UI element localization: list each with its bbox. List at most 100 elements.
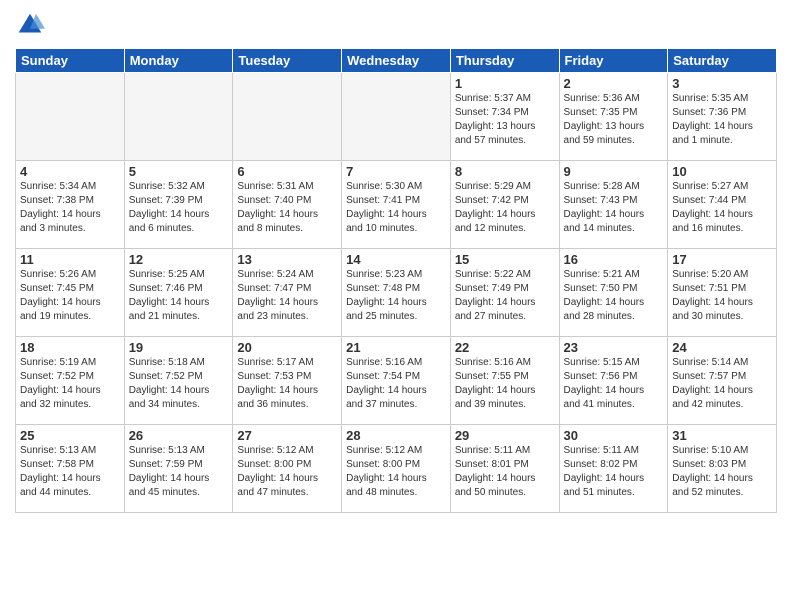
calendar-cell: 3Sunrise: 5:35 AM Sunset: 7:36 PM Daylig… xyxy=(668,73,777,161)
day-number: 22 xyxy=(455,340,555,355)
weekday-header: Monday xyxy=(124,49,233,73)
day-number: 14 xyxy=(346,252,446,267)
day-info: Sunrise: 5:13 AM Sunset: 7:59 PM Dayligh… xyxy=(129,444,229,500)
calendar-week: 1Sunrise: 5:37 AM Sunset: 7:34 PM Daylig… xyxy=(16,73,777,161)
day-info: Sunrise: 5:26 AM Sunset: 7:45 PM Dayligh… xyxy=(20,268,120,324)
day-number: 9 xyxy=(564,164,664,179)
day-number: 1 xyxy=(455,76,555,91)
day-info: Sunrise: 5:37 AM Sunset: 7:34 PM Dayligh… xyxy=(455,92,555,148)
day-info: Sunrise: 5:14 AM Sunset: 7:57 PM Dayligh… xyxy=(672,356,772,412)
calendar-cell: 10Sunrise: 5:27 AM Sunset: 7:44 PM Dayli… xyxy=(668,161,777,249)
day-number: 13 xyxy=(237,252,337,267)
day-number: 18 xyxy=(20,340,120,355)
day-number: 30 xyxy=(564,428,664,443)
weekday-header: Friday xyxy=(559,49,668,73)
weekday-header: Saturday xyxy=(668,49,777,73)
day-info: Sunrise: 5:21 AM Sunset: 7:50 PM Dayligh… xyxy=(564,268,664,324)
day-number: 11 xyxy=(20,252,120,267)
day-number: 6 xyxy=(237,164,337,179)
calendar-cell: 24Sunrise: 5:14 AM Sunset: 7:57 PM Dayli… xyxy=(668,337,777,425)
day-info: Sunrise: 5:27 AM Sunset: 7:44 PM Dayligh… xyxy=(672,180,772,236)
day-info: Sunrise: 5:13 AM Sunset: 7:58 PM Dayligh… xyxy=(20,444,120,500)
calendar-week: 11Sunrise: 5:26 AM Sunset: 7:45 PM Dayli… xyxy=(16,249,777,337)
weekday-row: SundayMondayTuesdayWednesdayThursdayFrid… xyxy=(16,49,777,73)
day-number: 4 xyxy=(20,164,120,179)
day-info: Sunrise: 5:12 AM Sunset: 8:00 PM Dayligh… xyxy=(346,444,446,500)
calendar-week: 18Sunrise: 5:19 AM Sunset: 7:52 PM Dayli… xyxy=(16,337,777,425)
day-number: 28 xyxy=(346,428,446,443)
day-info: Sunrise: 5:32 AM Sunset: 7:39 PM Dayligh… xyxy=(129,180,229,236)
calendar-cell xyxy=(16,73,125,161)
day-number: 23 xyxy=(564,340,664,355)
day-info: Sunrise: 5:18 AM Sunset: 7:52 PM Dayligh… xyxy=(129,356,229,412)
calendar-cell: 26Sunrise: 5:13 AM Sunset: 7:59 PM Dayli… xyxy=(124,425,233,513)
day-info: Sunrise: 5:24 AM Sunset: 7:47 PM Dayligh… xyxy=(237,268,337,324)
calendar-cell xyxy=(233,73,342,161)
day-number: 7 xyxy=(346,164,446,179)
day-number: 12 xyxy=(129,252,229,267)
calendar-cell: 6Sunrise: 5:31 AM Sunset: 7:40 PM Daylig… xyxy=(233,161,342,249)
day-info: Sunrise: 5:35 AM Sunset: 7:36 PM Dayligh… xyxy=(672,92,772,148)
calendar-cell: 4Sunrise: 5:34 AM Sunset: 7:38 PM Daylig… xyxy=(16,161,125,249)
logo xyxy=(15,10,49,40)
page: SundayMondayTuesdayWednesdayThursdayFrid… xyxy=(0,0,792,612)
calendar-cell xyxy=(124,73,233,161)
day-number: 20 xyxy=(237,340,337,355)
calendar: SundayMondayTuesdayWednesdayThursdayFrid… xyxy=(15,48,777,513)
day-info: Sunrise: 5:23 AM Sunset: 7:48 PM Dayligh… xyxy=(346,268,446,324)
day-number: 5 xyxy=(129,164,229,179)
calendar-body: 1Sunrise: 5:37 AM Sunset: 7:34 PM Daylig… xyxy=(16,73,777,513)
calendar-cell: 14Sunrise: 5:23 AM Sunset: 7:48 PM Dayli… xyxy=(342,249,451,337)
calendar-cell: 25Sunrise: 5:13 AM Sunset: 7:58 PM Dayli… xyxy=(16,425,125,513)
calendar-cell: 19Sunrise: 5:18 AM Sunset: 7:52 PM Dayli… xyxy=(124,337,233,425)
calendar-cell: 22Sunrise: 5:16 AM Sunset: 7:55 PM Dayli… xyxy=(450,337,559,425)
calendar-cell: 16Sunrise: 5:21 AM Sunset: 7:50 PM Dayli… xyxy=(559,249,668,337)
day-info: Sunrise: 5:25 AM Sunset: 7:46 PM Dayligh… xyxy=(129,268,229,324)
day-info: Sunrise: 5:36 AM Sunset: 7:35 PM Dayligh… xyxy=(564,92,664,148)
calendar-cell: 1Sunrise: 5:37 AM Sunset: 7:34 PM Daylig… xyxy=(450,73,559,161)
day-info: Sunrise: 5:29 AM Sunset: 7:42 PM Dayligh… xyxy=(455,180,555,236)
day-number: 25 xyxy=(20,428,120,443)
day-number: 2 xyxy=(564,76,664,91)
calendar-cell: 5Sunrise: 5:32 AM Sunset: 7:39 PM Daylig… xyxy=(124,161,233,249)
day-number: 17 xyxy=(672,252,772,267)
calendar-cell: 28Sunrise: 5:12 AM Sunset: 8:00 PM Dayli… xyxy=(342,425,451,513)
calendar-cell: 13Sunrise: 5:24 AM Sunset: 7:47 PM Dayli… xyxy=(233,249,342,337)
calendar-cell: 9Sunrise: 5:28 AM Sunset: 7:43 PM Daylig… xyxy=(559,161,668,249)
day-number: 16 xyxy=(564,252,664,267)
weekday-header: Tuesday xyxy=(233,49,342,73)
calendar-cell: 31Sunrise: 5:10 AM Sunset: 8:03 PM Dayli… xyxy=(668,425,777,513)
day-info: Sunrise: 5:16 AM Sunset: 7:55 PM Dayligh… xyxy=(455,356,555,412)
calendar-cell: 30Sunrise: 5:11 AM Sunset: 8:02 PM Dayli… xyxy=(559,425,668,513)
day-number: 31 xyxy=(672,428,772,443)
calendar-cell: 15Sunrise: 5:22 AM Sunset: 7:49 PM Dayli… xyxy=(450,249,559,337)
day-number: 15 xyxy=(455,252,555,267)
weekday-header: Sunday xyxy=(16,49,125,73)
header xyxy=(15,10,777,40)
calendar-cell: 27Sunrise: 5:12 AM Sunset: 8:00 PM Dayli… xyxy=(233,425,342,513)
day-number: 26 xyxy=(129,428,229,443)
day-number: 19 xyxy=(129,340,229,355)
weekday-header: Wednesday xyxy=(342,49,451,73)
day-number: 24 xyxy=(672,340,772,355)
day-info: Sunrise: 5:15 AM Sunset: 7:56 PM Dayligh… xyxy=(564,356,664,412)
calendar-cell: 12Sunrise: 5:25 AM Sunset: 7:46 PM Dayli… xyxy=(124,249,233,337)
calendar-cell: 23Sunrise: 5:15 AM Sunset: 7:56 PM Dayli… xyxy=(559,337,668,425)
calendar-week: 25Sunrise: 5:13 AM Sunset: 7:58 PM Dayli… xyxy=(16,425,777,513)
weekday-header: Thursday xyxy=(450,49,559,73)
calendar-cell: 20Sunrise: 5:17 AM Sunset: 7:53 PM Dayli… xyxy=(233,337,342,425)
day-number: 21 xyxy=(346,340,446,355)
day-info: Sunrise: 5:28 AM Sunset: 7:43 PM Dayligh… xyxy=(564,180,664,236)
day-number: 29 xyxy=(455,428,555,443)
day-number: 10 xyxy=(672,164,772,179)
calendar-cell: 11Sunrise: 5:26 AM Sunset: 7:45 PM Dayli… xyxy=(16,249,125,337)
calendar-cell: 18Sunrise: 5:19 AM Sunset: 7:52 PM Dayli… xyxy=(16,337,125,425)
day-info: Sunrise: 5:16 AM Sunset: 7:54 PM Dayligh… xyxy=(346,356,446,412)
calendar-cell: 8Sunrise: 5:29 AM Sunset: 7:42 PM Daylig… xyxy=(450,161,559,249)
day-info: Sunrise: 5:19 AM Sunset: 7:52 PM Dayligh… xyxy=(20,356,120,412)
calendar-cell: 17Sunrise: 5:20 AM Sunset: 7:51 PM Dayli… xyxy=(668,249,777,337)
day-info: Sunrise: 5:30 AM Sunset: 7:41 PM Dayligh… xyxy=(346,180,446,236)
day-info: Sunrise: 5:17 AM Sunset: 7:53 PM Dayligh… xyxy=(237,356,337,412)
day-info: Sunrise: 5:34 AM Sunset: 7:38 PM Dayligh… xyxy=(20,180,120,236)
day-info: Sunrise: 5:10 AM Sunset: 8:03 PM Dayligh… xyxy=(672,444,772,500)
